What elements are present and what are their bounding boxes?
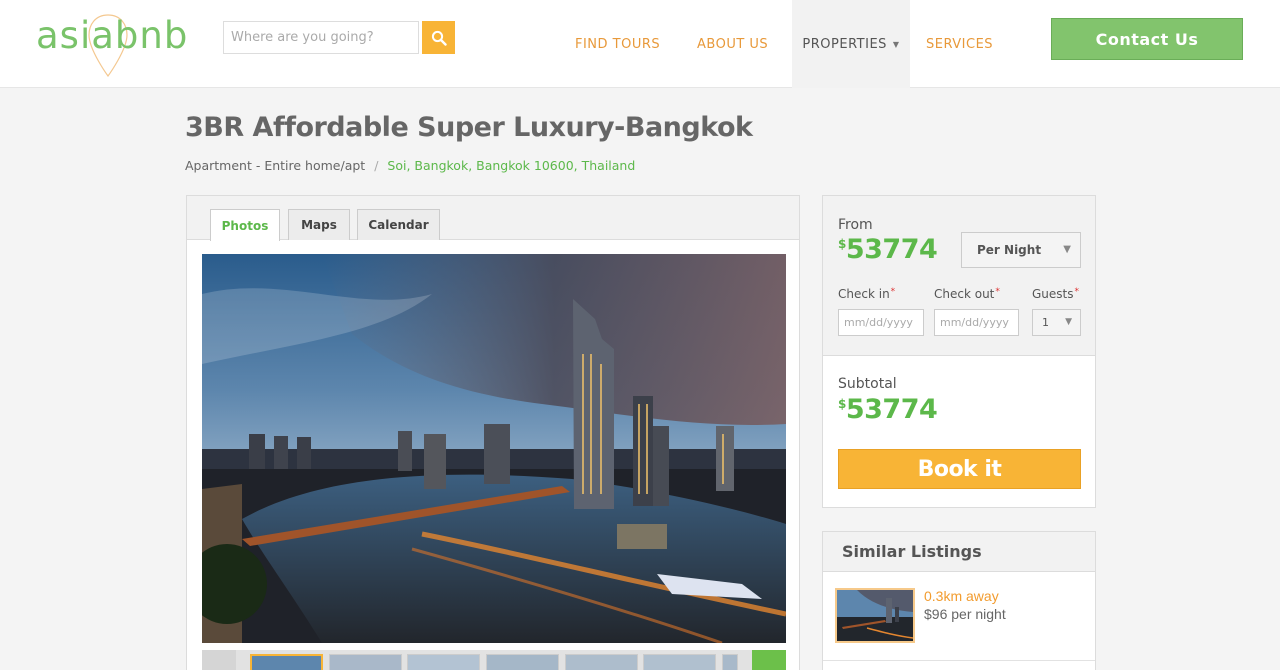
search-icon	[431, 30, 447, 46]
search-input[interactable]	[223, 21, 419, 54]
dropdown-arrow-icon: ▼	[1065, 317, 1072, 327]
required-mark: *	[995, 287, 1000, 297]
nav-properties[interactable]: PROPERTIES ▼	[792, 0, 910, 88]
checkout-date-input[interactable]	[934, 309, 1019, 336]
required-mark: *	[1074, 287, 1080, 297]
booking-panel: From $53774 Per Night ▼ Check in* Check …	[822, 195, 1096, 508]
checkin-label: Check in*	[838, 287, 896, 301]
similar-listings-heading: Similar Listings	[823, 532, 1095, 572]
currency-symbol: $	[838, 237, 846, 251]
site-logo[interactable]: asiabnb	[36, 12, 208, 80]
tab-calendar[interactable]: Calendar	[357, 209, 440, 240]
thumbnail[interactable]	[486, 654, 559, 670]
thumbnail-prev-button[interactable]	[202, 650, 236, 670]
book-it-button[interactable]: Book it	[838, 449, 1081, 489]
contact-us-button[interactable]: Contact Us	[1051, 18, 1243, 60]
dropdown-arrow-icon: ▼	[1063, 244, 1071, 255]
property-type: Apartment - Entire home/apt	[185, 158, 366, 173]
nav-find-tours[interactable]: FIND TOURS	[575, 0, 660, 88]
guests-value: 1	[1042, 316, 1049, 329]
subtotal-value: 53774	[845, 394, 938, 425]
nightly-price: $53774	[838, 234, 938, 265]
required-mark: *	[890, 287, 896, 297]
similar-listings: Similar Listings 0.3km away $96 per nigh…	[822, 531, 1096, 670]
gallery-tab-bar: Photos Maps Calendar	[187, 196, 799, 241]
photo-gallery: Photos Maps Calendar	[186, 195, 800, 670]
checkin-date-input[interactable]	[838, 309, 924, 336]
guests-select[interactable]: 1 ▼	[1032, 309, 1081, 336]
similar-listing-item[interactable]: 0.3km away $96 per night	[823, 572, 1095, 661]
thumbnail-next-button[interactable]	[752, 650, 786, 670]
listing-breadcrumb: Apartment - Entire home/apt / Soi, Bangk…	[185, 158, 635, 173]
price-value: 53774	[845, 234, 938, 265]
property-location-link[interactable]: Soi, Bangkok, Bangkok 10600, Thailand	[387, 158, 635, 173]
thumbnail[interactable]	[643, 654, 716, 670]
page-title: 3BR Affordable Super Luxury-Bangkok	[185, 112, 753, 143]
search-box	[223, 21, 455, 54]
checkout-label: Check out*	[934, 287, 1000, 301]
thumbnail-strip	[202, 650, 786, 670]
breadcrumb-separator: /	[374, 158, 379, 173]
currency-symbol: $	[838, 397, 846, 411]
subtotal-price: $53774	[838, 394, 938, 425]
site-header: asiabnb FIND TOURS ABOUT US PROPERTIES ▼…	[0, 0, 1280, 88]
guests-label: Guests*	[1032, 287, 1079, 301]
thumbnail[interactable]	[329, 654, 402, 670]
booking-form: From $53774 Per Night ▼ Check in* Check …	[823, 196, 1095, 356]
rate-period-select[interactable]: Per Night ▼	[961, 232, 1081, 268]
tab-photos[interactable]: Photos	[210, 209, 280, 241]
thumbnail[interactable]	[565, 654, 638, 670]
search-button[interactable]	[422, 21, 455, 54]
main-photo[interactable]	[202, 254, 786, 643]
thumbnail[interactable]	[250, 654, 323, 670]
caret-down-icon: ▼	[892, 39, 900, 49]
subtotal-label: Subtotal	[838, 376, 897, 392]
listing-distance: 0.3km away	[924, 588, 999, 604]
nav-properties-label: PROPERTIES	[802, 36, 887, 52]
nav-about-us[interactable]: ABOUT US	[697, 0, 768, 88]
rate-period-value: Per Night	[977, 243, 1042, 257]
nav-services[interactable]: SERVICES	[926, 0, 993, 88]
listing-price: $96 per night	[924, 606, 1006, 622]
from-label: From	[838, 217, 873, 233]
city-skyline-photo	[202, 254, 786, 643]
tab-maps[interactable]: Maps	[288, 209, 350, 240]
thumbnail[interactable]	[407, 654, 480, 670]
thumbnail[interactable]	[722, 654, 738, 670]
listing-thumbnail	[835, 588, 915, 643]
logo-wordmark: asiabnb	[36, 14, 189, 57]
